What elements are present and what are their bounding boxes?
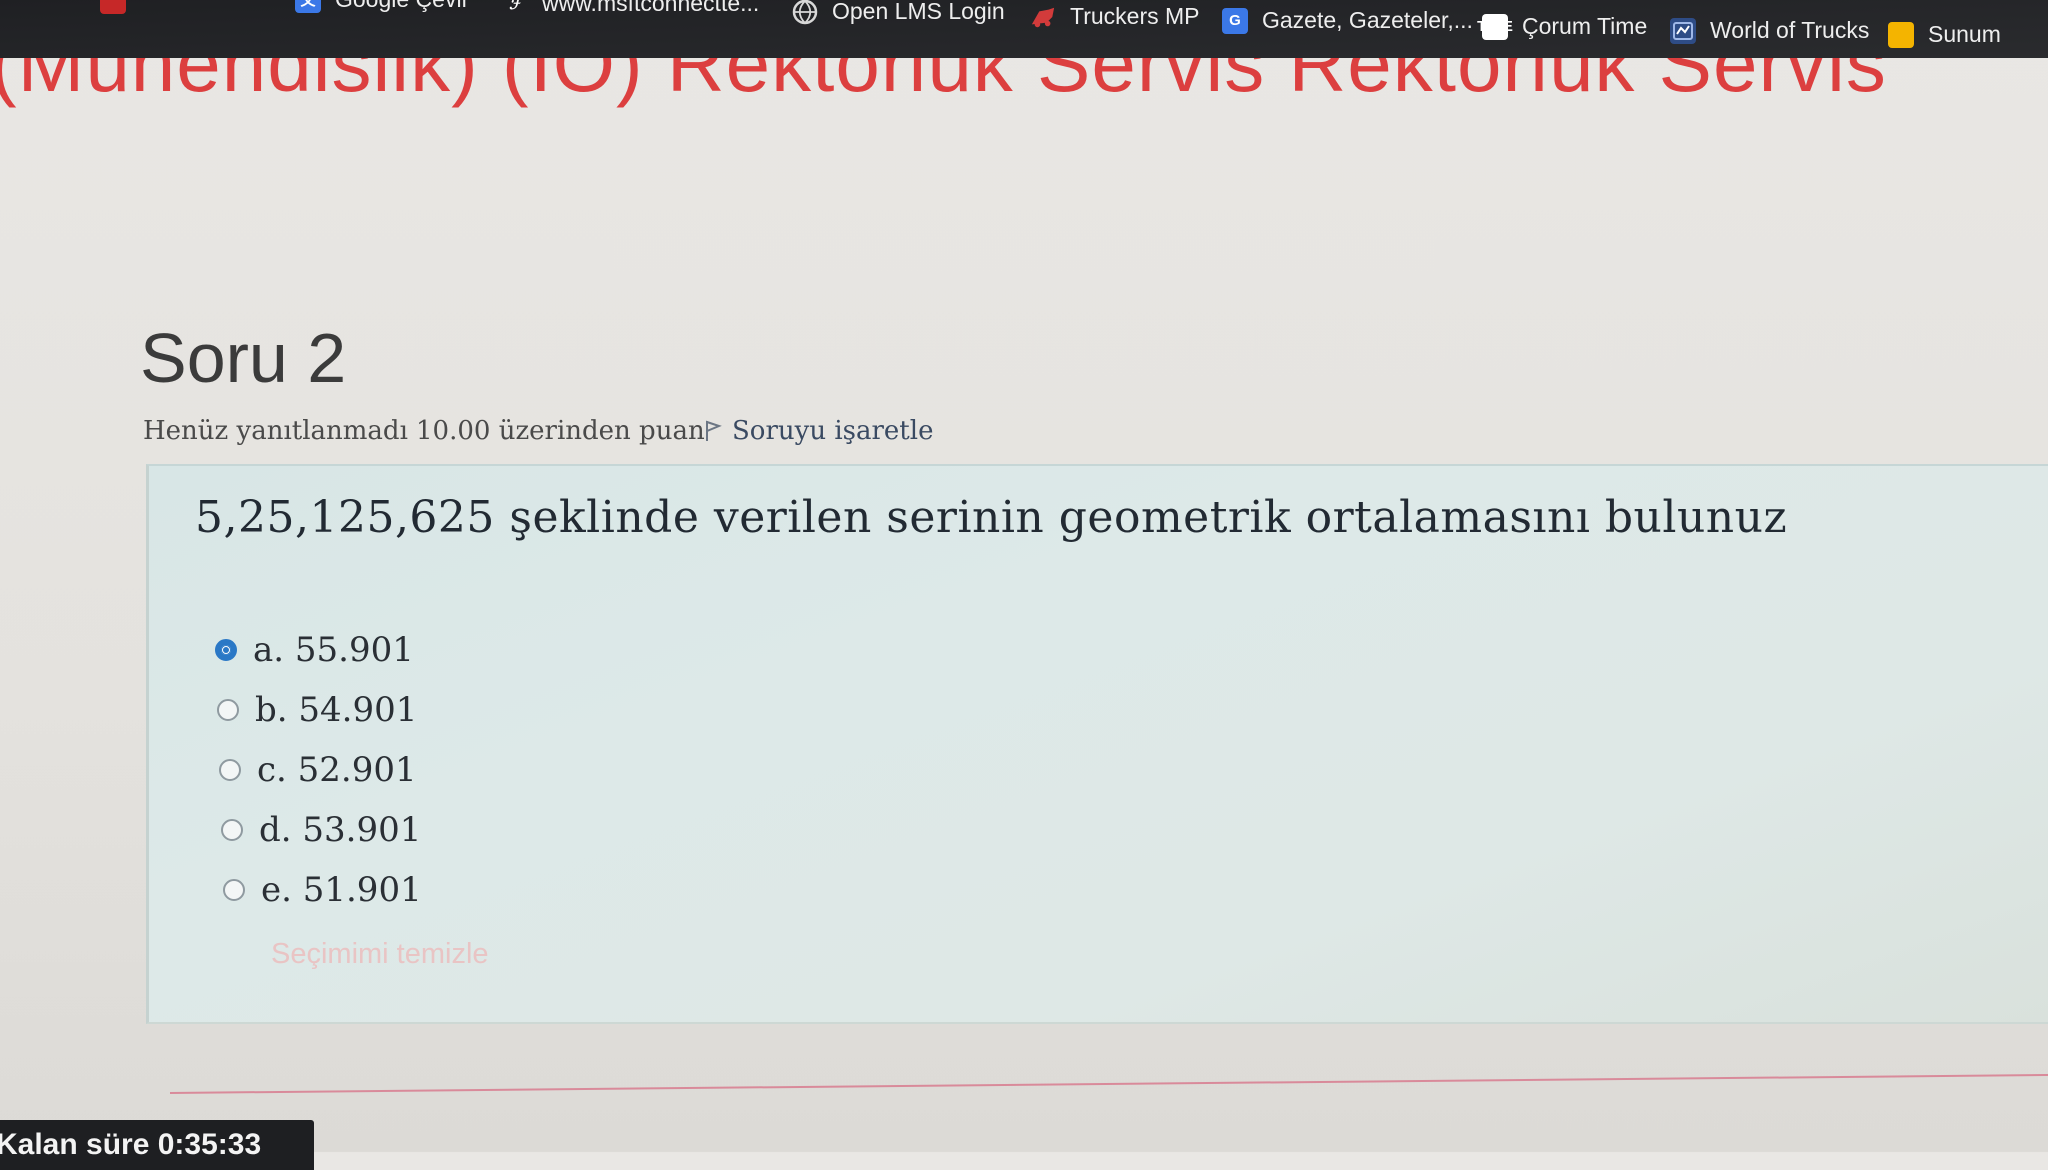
question-panel: 5,25,125,625 şeklinde verilen serinin ge… xyxy=(146,464,2048,1024)
globe-icon xyxy=(792,0,818,25)
truck-icon xyxy=(1030,4,1056,30)
flag-icon xyxy=(704,419,722,443)
answer-label: b. 54.901 xyxy=(255,690,418,730)
bookmark-label: Google Çevir xyxy=(335,0,469,13)
bookmark-sunum[interactable]: Sunum xyxy=(1888,21,2001,48)
time-icon: TIME xyxy=(1477,13,1513,40)
bookmark-open-lms[interactable]: Open LMS Login xyxy=(792,0,1005,25)
bookmark-gazete[interactable]: G Gazete, Gazeteler,... xyxy=(1222,7,1473,34)
question-grade: 10.00 üzerinden puan xyxy=(416,416,705,446)
flag-question-label: Soruyu işaretle xyxy=(732,416,934,446)
timer: Kalan süre 0:35:33 xyxy=(0,1120,314,1170)
radio-button[interactable] xyxy=(221,819,243,841)
radio-button[interactable] xyxy=(217,699,239,721)
bookmark-label: Sunum xyxy=(1928,21,2001,47)
bookmark-world-of-trucks[interactable]: World of Trucks xyxy=(1670,17,1869,44)
answer-label: d. 53.901 xyxy=(259,810,422,850)
answer-option-e[interactable]: e. 51.901 xyxy=(223,870,422,910)
answer-option-b[interactable]: b. 54.901 xyxy=(217,690,417,730)
clear-choice-link[interactable]: Seçimimi temizle xyxy=(271,938,489,971)
radio-button-selected[interactable] xyxy=(215,639,237,661)
flag-question-link[interactable]: Soruyu işaretle xyxy=(704,416,933,446)
translate-icon: 文 xyxy=(295,0,321,13)
bookmark-label: World of Trucks xyxy=(1710,17,1870,43)
answer-option-a[interactable]: a. 55.901 xyxy=(215,630,414,670)
bookmark-label: www.msftconnectte... xyxy=(542,0,760,16)
radio-button[interactable] xyxy=(219,759,241,781)
answer-label: c. 52.901 xyxy=(257,750,417,790)
red-square-icon xyxy=(100,0,126,14)
question-status: Henüz yanıtlanmadı xyxy=(143,416,408,446)
radio-button[interactable] xyxy=(223,879,245,901)
answer-option-d[interactable]: d. 53.901 xyxy=(221,810,421,850)
bookmark-corum-time[interactable]: TIME Çorum Time xyxy=(1477,13,1648,40)
bookmark-red[interactable] xyxy=(100,0,126,14)
divider xyxy=(169,1073,2048,1094)
msft-icon: ℱ xyxy=(509,0,521,13)
bookmark-truckers-mp[interactable]: Truckers MP xyxy=(1030,3,1200,30)
answer-label: e. 51.901 xyxy=(261,870,422,910)
bookmark-label: Çorum Time xyxy=(1522,13,1648,39)
question-text: 5,25,125,625 şeklinde verilen serinin ge… xyxy=(195,492,1788,543)
bookmark-label: Gazete, Gazeteler,... xyxy=(1262,7,1473,33)
g-icon: G xyxy=(1222,7,1248,34)
question-number: Soru 2 xyxy=(140,319,347,397)
slides-icon xyxy=(1888,21,1914,48)
bookmarks-bar: 文 Google Çevir ℱ www.msftconnectte... Op… xyxy=(0,0,2048,58)
answer-option-c[interactable]: c. 52.901 xyxy=(219,750,417,790)
answer-label: a. 55.901 xyxy=(253,630,414,670)
world-of-trucks-icon xyxy=(1670,17,1696,44)
bookmark-label: Truckers MP xyxy=(1070,3,1200,29)
bookmark-msftconnect[interactable]: ℱ www.msftconnectte... xyxy=(502,0,759,17)
bookmark-google-translate[interactable]: 文 Google Çevir xyxy=(295,0,469,13)
bookmark-label: Open LMS Login xyxy=(832,0,1005,24)
